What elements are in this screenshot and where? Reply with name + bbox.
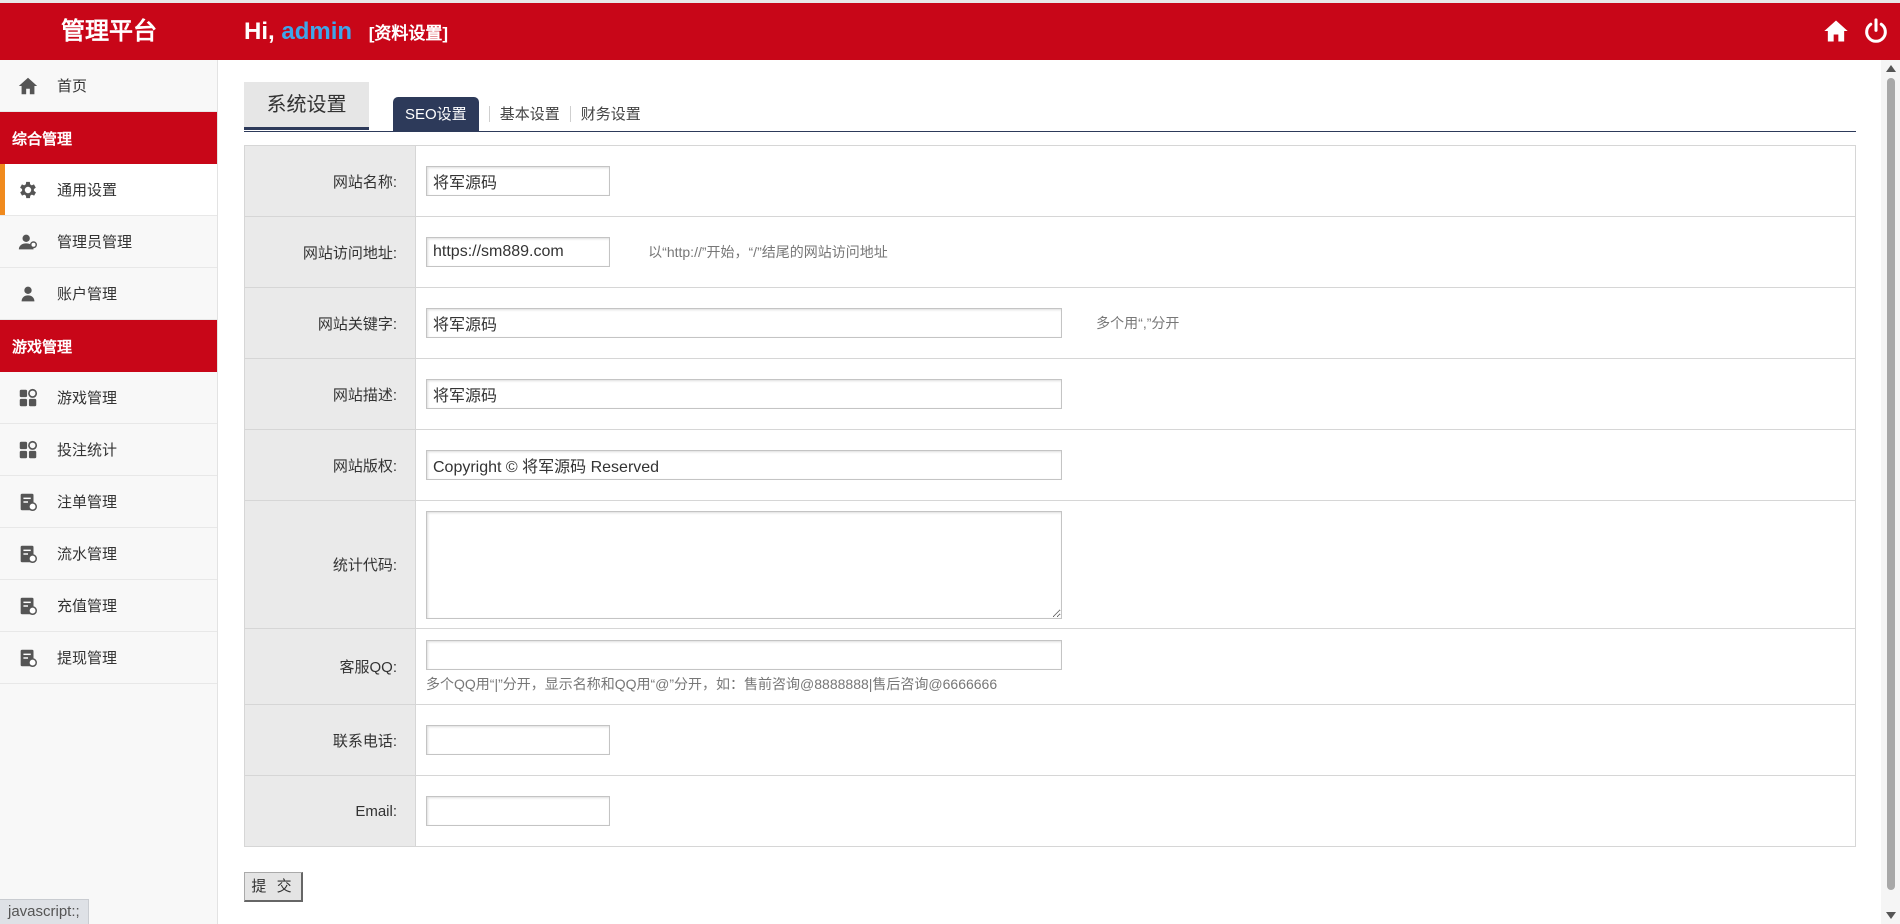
sidebar-item-game-management[interactable]: 游戏管理: [0, 372, 217, 424]
sidebar-item-label: 充值管理: [57, 598, 118, 615]
sidebar-item-label: 提现管理: [57, 650, 118, 667]
site-name-input[interactable]: [426, 166, 610, 196]
browser-status-bar: javascript:;: [0, 899, 89, 924]
home-icon[interactable]: [1822, 17, 1850, 45]
form-row: Email:: [244, 775, 1856, 847]
sidebar-group-game[interactable]: 游戏管理: [0, 320, 217, 372]
sidebar-item-label: 管理员管理: [57, 234, 133, 251]
field-label: 网站关键字:: [244, 287, 416, 359]
greeting: Hi, admin [资料设置]: [244, 3, 448, 60]
users-icon: [16, 230, 40, 254]
form-row: 网站名称:: [244, 145, 1856, 217]
apps-icon: [16, 386, 40, 410]
field-label: 联系电话:: [244, 704, 416, 776]
sidebar-item-label: 投注统计: [57, 442, 118, 459]
form-row: 网站访问地址: 以“http://”开始，“/”结尾的网站访问地址: [244, 216, 1856, 288]
doc-icon: [16, 490, 40, 514]
sidebar-item-label: 注单管理: [57, 494, 118, 511]
top-header: 管理平台 Hi, admin [资料设置]: [0, 0, 1900, 60]
greeting-text: Hi,: [244, 18, 275, 45]
settings-form: 网站名称: 网站访问地址: 以“http://”开始，“/”结尾的网站访问地址 …: [244, 145, 1856, 847]
section-title: 系统设置: [244, 82, 369, 130]
sidebar-item-home[interactable]: 首页: [0, 60, 217, 112]
home-icon: [16, 74, 40, 98]
form-row: 网站描述:: [244, 358, 1856, 430]
doc-icon: [16, 594, 40, 618]
qq-hint: 多个QQ用“|”分开，显示名称和QQ用“@”分开，如：售前咨询@8888888|…: [426, 675, 998, 692]
form-row: 网站版权:: [244, 429, 1856, 501]
sidebar-item-withdraw-management[interactable]: 提现管理: [0, 632, 217, 684]
username[interactable]: admin: [281, 18, 352, 45]
apps-icon: [16, 438, 40, 462]
stats-code-textarea[interactable]: [426, 510, 1062, 619]
copyright-input[interactable]: [426, 450, 1062, 480]
sidebar-item-recharge-management[interactable]: 充值管理: [0, 580, 217, 632]
site-url-input[interactable]: [426, 237, 610, 267]
tab-bar: 系统设置 SEO设置 基本设置 财务设置: [244, 82, 1856, 132]
scroll-down-icon[interactable]: [1886, 912, 1896, 919]
email-input[interactable]: [426, 796, 610, 826]
sidebar-item-account-management[interactable]: 账户管理: [0, 268, 217, 320]
submit-button[interactable]: 提 交: [244, 872, 303, 902]
description-input[interactable]: [426, 379, 1062, 409]
keywords-input[interactable]: [426, 308, 1062, 338]
field-label: Email:: [244, 775, 416, 847]
sidebar-item-order-management[interactable]: 注单管理: [0, 476, 217, 528]
form-row: 网站关键字: 多个用“,”分开: [244, 287, 1856, 359]
gear-icon: [16, 178, 40, 202]
site-url-hint: 以“http://”开始，“/”结尾的网站访问地址: [648, 244, 888, 260]
tab-basic-settings[interactable]: 基本设置: [490, 97, 570, 132]
sidebar-item-label: 账户管理: [57, 286, 118, 303]
sidebar-item-admin-management[interactable]: 管理员管理: [0, 216, 217, 268]
field-label: 网站版权:: [244, 429, 416, 501]
doc-icon: [16, 542, 40, 566]
qq-input[interactable]: [426, 639, 1062, 670]
form-row: 客服QQ: 多个QQ用“|”分开，显示名称和QQ用“@”分开，如：售前咨询@88…: [244, 628, 1856, 705]
field-label: 客服QQ:: [244, 628, 416, 705]
vertical-scrollbar[interactable]: [1881, 60, 1900, 924]
scroll-up-icon[interactable]: [1886, 65, 1896, 72]
tab-seo-settings[interactable]: SEO设置: [393, 97, 479, 132]
sidebar-item-bet-stats[interactable]: 投注统计: [0, 424, 217, 476]
sidebar-item-general-settings[interactable]: 通用设置: [0, 164, 217, 216]
form-row: 联系电话:: [244, 704, 1856, 776]
doc-icon: [16, 646, 40, 670]
field-label: 网站访问地址:: [244, 216, 416, 288]
current-page-label: [资料设置]: [368, 24, 449, 43]
sidebar-item-flow-management[interactable]: 流水管理: [0, 528, 217, 580]
scrollbar-thumb[interactable]: [1887, 78, 1895, 890]
main-content: 系统设置 SEO设置 基本设置 财务设置 网站名称: 网站访问地址: 以“htt…: [219, 60, 1881, 924]
sidebar-group-general[interactable]: 综合管理: [0, 112, 217, 164]
sidebar-item-label: 首页: [57, 78, 88, 95]
user-icon: [16, 282, 40, 306]
field-label: 网站名称:: [244, 145, 416, 217]
sidebar-item-label: 游戏管理: [57, 390, 118, 407]
sidebar-item-label: 流水管理: [57, 546, 118, 563]
field-label: 网站描述:: [244, 358, 416, 430]
power-icon[interactable]: [1862, 17, 1890, 45]
form-row: 统计代码:: [244, 500, 1856, 629]
app-logo: 管理平台: [61, 18, 157, 45]
sidebar: 首页 综合管理 通用设置 管理员管理 账户管理 游戏管理 游戏管理 投注统计 注…: [0, 60, 218, 924]
field-label: 统计代码:: [244, 500, 416, 629]
sidebar-item-label: 通用设置: [57, 182, 118, 199]
phone-input[interactable]: [426, 725, 610, 755]
keywords-hint: 多个用“,”分开: [1096, 315, 1180, 331]
tab-finance-settings[interactable]: 财务设置: [571, 97, 651, 132]
